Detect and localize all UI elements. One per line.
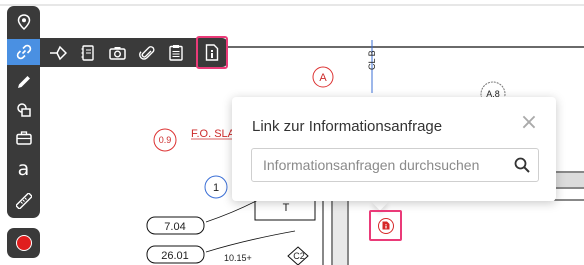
- room-tag: T: [283, 202, 290, 214]
- rfi-marker-icon: [377, 217, 394, 234]
- elevation-1: 7.04: [164, 221, 185, 233]
- search-icon[interactable]: [514, 157, 530, 173]
- markup-toolbar: a: [7, 6, 40, 218]
- slab-note: F.O. SLA: [191, 128, 236, 140]
- dimension-note: 10.15+: [224, 253, 252, 263]
- column-tag: C2: [293, 251, 305, 261]
- elevation-2: 26.01: [161, 250, 189, 262]
- text-icon[interactable]: a: [7, 156, 40, 182]
- paperclip-icon[interactable]: [133, 38, 161, 67]
- link-icon[interactable]: [7, 39, 40, 65]
- briefcase-icon[interactable]: [7, 125, 40, 151]
- grid-label-0-9: 0.9: [159, 135, 172, 145]
- document-icon[interactable]: [74, 38, 102, 67]
- search-input[interactable]: [252, 149, 513, 181]
- close-icon[interactable]: ×: [518, 112, 540, 134]
- popover-title: Link zur Informationsanfrage: [252, 118, 443, 135]
- pencil-icon[interactable]: [7, 69, 40, 95]
- search-box: [251, 148, 539, 182]
- record-icon: [15, 235, 32, 251]
- rfi-document-icon[interactable]: [196, 36, 228, 69]
- center-line-label: CL B: [367, 50, 377, 70]
- grid-label-1: 1: [213, 182, 219, 194]
- ruler-icon[interactable]: [7, 188, 40, 214]
- camera-icon[interactable]: [103, 38, 131, 67]
- rfi-marker[interactable]: [369, 210, 402, 241]
- rfi-link-popover: Link zur Informationsanfrage ×: [232, 97, 556, 201]
- link-submenu: [40, 36, 228, 69]
- record-button[interactable]: [7, 228, 40, 258]
- grid-label-a: A: [319, 72, 327, 84]
- arrow-diamond-icon[interactable]: [44, 38, 72, 67]
- map-pin-icon[interactable]: [7, 9, 40, 35]
- shapes-icon[interactable]: [7, 97, 40, 123]
- clipboard-icon[interactable]: [162, 38, 190, 67]
